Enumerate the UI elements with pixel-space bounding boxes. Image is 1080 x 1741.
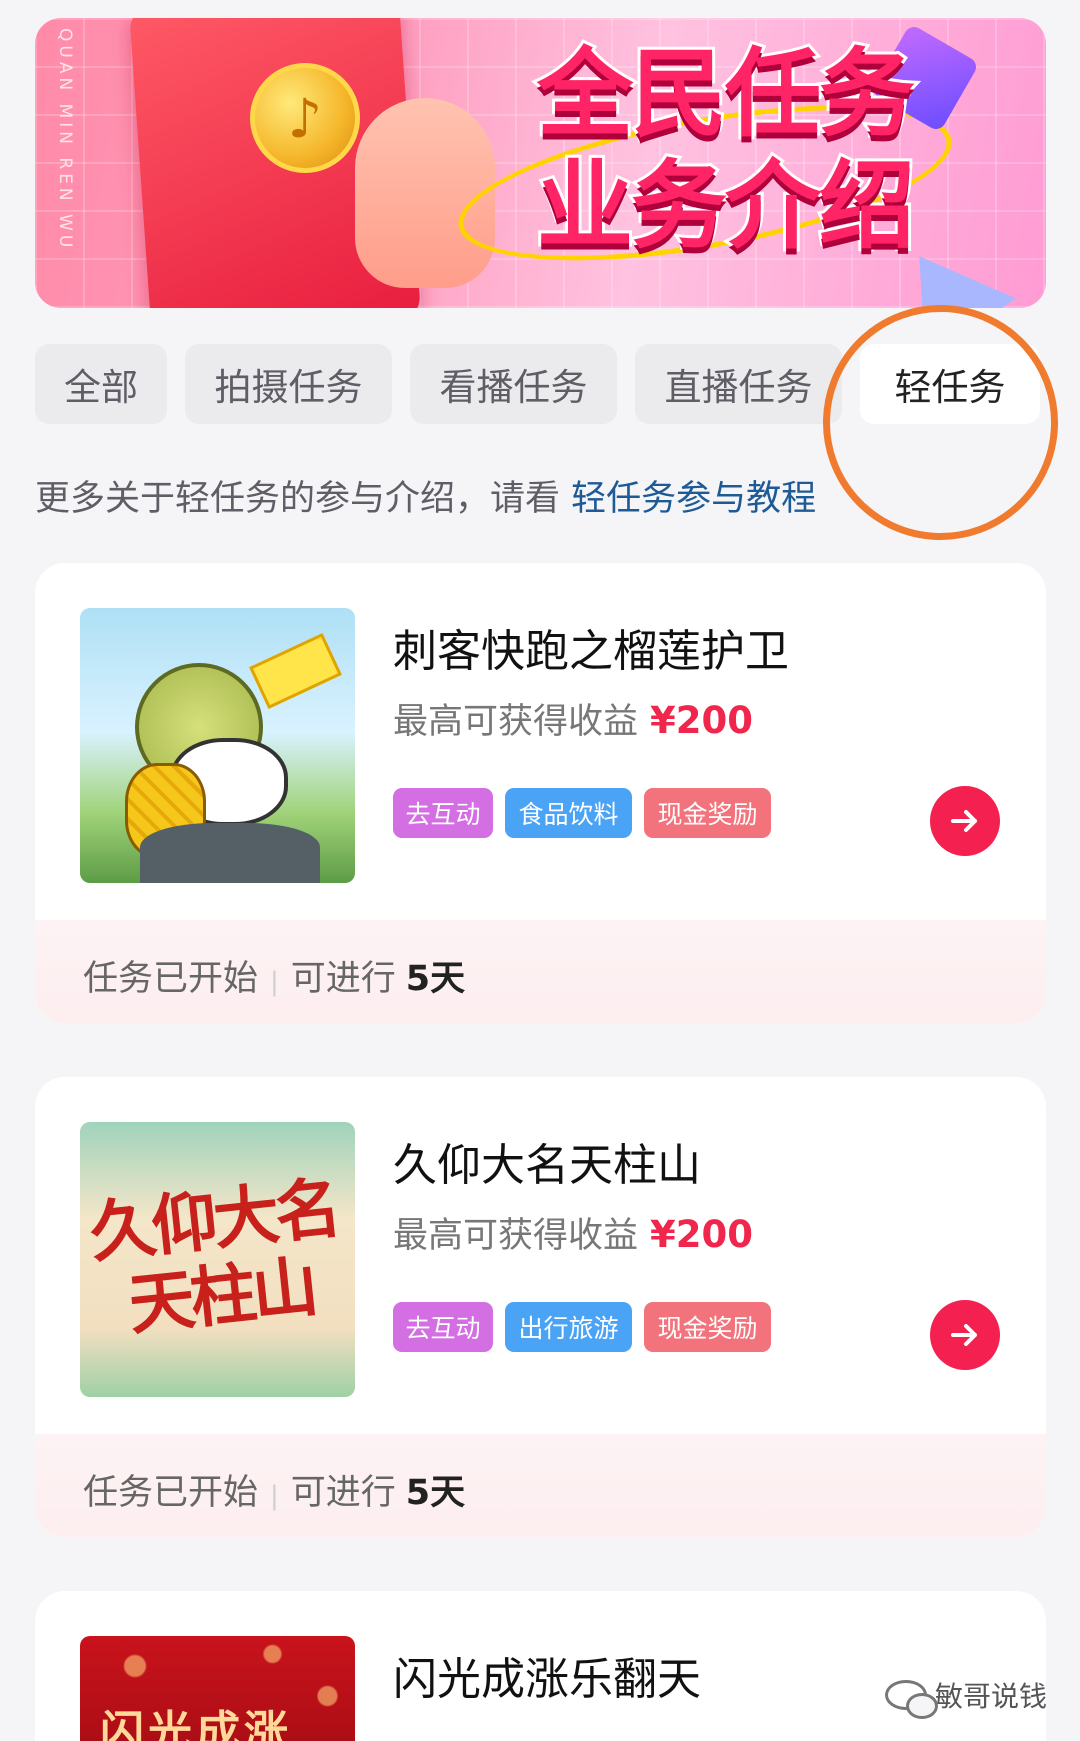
separator: | xyxy=(270,1481,279,1511)
separator: | xyxy=(270,967,279,997)
reward-amount: ¥200 xyxy=(650,699,753,742)
hint-text: 更多关于轻任务的参与介绍，请看 xyxy=(35,479,561,519)
tab-all[interactable]: 全部 xyxy=(35,344,167,424)
status-text: 任务已开始 xyxy=(83,959,259,999)
rock-decoration xyxy=(140,823,320,883)
task-status: 任务已开始 | 可进行 5天 xyxy=(83,1464,465,1515)
task-card[interactable]: 刺客快跑之榴莲护卫 最高可获得收益 ¥200 去互动 食品饮料 现金奖励 任务已开… xyxy=(35,563,1046,1023)
remaining-days: 5天 xyxy=(405,959,466,999)
tab-shooting-tasks[interactable]: 拍摄任务 xyxy=(185,344,392,424)
tag-cash-reward: 现金奖励 xyxy=(644,1302,771,1352)
remaining-label: 可进行 xyxy=(290,1473,396,1513)
banner-side-text: QUAN MIN REN WU xyxy=(55,28,75,252)
thumbnail-calligraphy: 久仰大名天柱山 xyxy=(86,1168,341,1345)
task-reward: 最高可获得收益 ¥200 xyxy=(393,1207,753,1258)
banner-title-line2: 业务介绍 xyxy=(534,147,918,265)
wechat-watermark: 敏哥说钱 xyxy=(885,1675,1048,1719)
reward-amount: ¥200 xyxy=(650,1213,753,1256)
go-arrow-button[interactable] xyxy=(930,1300,1000,1370)
promo-banner[interactable]: QUAN MIN REN WU ♪ 全民任务 业务介绍 xyxy=(35,18,1046,308)
status-text: 任务已开始 xyxy=(83,1473,259,1513)
task-card[interactable]: 久仰大名天柱山 久仰大名天柱山 最高可获得收益 ¥200 去互动 出行旅游 现金奖… xyxy=(35,1077,1046,1537)
wechat-icon xyxy=(885,1680,938,1719)
arrow-right-icon xyxy=(951,810,977,832)
watermark-text: 敏哥说钱 xyxy=(935,1680,1048,1713)
task-reward: 最高可获得收益 ¥200 xyxy=(393,693,753,744)
task-status: 任务已开始 | 可进行 5天 xyxy=(83,950,465,1001)
hand-drawn-circle-annotation xyxy=(789,271,1080,574)
arrow-right-icon xyxy=(951,1324,977,1346)
go-arrow-button[interactable] xyxy=(930,786,1000,856)
banner-title-line1: 全民任务 xyxy=(534,35,918,153)
tutorial-link[interactable]: 轻任务参与教程 xyxy=(571,479,816,519)
task-title: 久仰大名天柱山 xyxy=(393,1140,701,1191)
task-thumbnail xyxy=(80,608,355,883)
task-thumbnail: 久仰大名天柱山 xyxy=(80,1122,355,1397)
task-card-footer: 任务已开始 | 可进行 5天 xyxy=(35,1434,1046,1537)
tag-category: 食品饮料 xyxy=(505,788,632,838)
tab-live-tasks[interactable]: 直播任务 xyxy=(635,344,842,424)
reward-label: 最高可获得收益 xyxy=(393,702,639,742)
tab-watch-tasks[interactable]: 看播任务 xyxy=(410,344,617,424)
task-thumbnail: 闪光成涨 xyxy=(80,1636,355,1741)
tag-category: 出行旅游 xyxy=(505,1302,632,1352)
ribbon-decoration xyxy=(249,633,342,709)
remaining-days: 5天 xyxy=(405,1473,466,1513)
hand-graphic xyxy=(355,98,495,288)
banner-title: 全民任务 业务介绍 xyxy=(495,35,955,265)
task-title: 刺客快跑之榴莲护卫 xyxy=(393,626,789,677)
tag-interact: 去互动 xyxy=(393,788,493,838)
light-task-hint: 更多关于轻任务的参与介绍，请看 轻任务参与教程 xyxy=(35,470,816,521)
task-title: 闪光成涨乐翻天 xyxy=(393,1654,701,1705)
task-card-footer: 任务已开始 | 可进行 5天 xyxy=(35,920,1046,1023)
remaining-label: 可进行 xyxy=(290,959,396,999)
task-card[interactable]: 闪光成涨 闪光成涨乐翻天 xyxy=(35,1591,1046,1741)
tag-interact: 去互动 xyxy=(393,1302,493,1352)
thumbnail-text: 闪光成涨 xyxy=(100,1707,292,1741)
reward-label: 最高可获得收益 xyxy=(393,1216,639,1256)
douyin-coin-icon: ♪ xyxy=(250,63,360,173)
tag-cash-reward: 现金奖励 xyxy=(644,788,771,838)
